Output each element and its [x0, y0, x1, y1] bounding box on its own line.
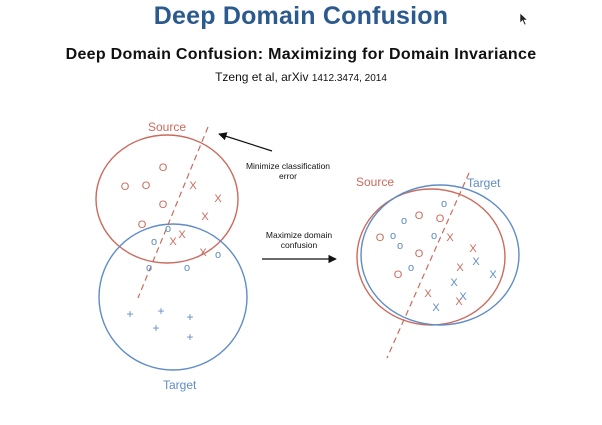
marker: O: [415, 210, 424, 222]
left-target-class-plus-markers: + + + + +: [126, 304, 193, 344]
right-after-panel: Source Target O O O O O o o o o o o X X …: [356, 172, 520, 359]
right-source-class-x-markers: X X X X X: [424, 232, 477, 308]
marker: O: [138, 219, 147, 231]
domain-confusion-diagram: Source Target O O O O O X X X X X X o o …: [95, 120, 520, 392]
marker: o: [184, 262, 190, 274]
left-source-class-o-markers: O O O O O: [121, 162, 168, 231]
marker: +: [157, 304, 164, 318]
marker: X: [456, 262, 464, 274]
marker: O: [159, 162, 168, 174]
marker: X: [450, 277, 458, 289]
marker: X: [214, 193, 222, 205]
marker: O: [159, 199, 168, 211]
classification-arrow: [218, 132, 273, 152]
marker: X: [178, 229, 186, 241]
right-target-class-x-markers: X X X X X: [432, 256, 497, 314]
classification-annotation-line2: error: [279, 171, 297, 181]
marker: o: [151, 236, 157, 248]
domain-confusion-annotation: Maximize domain confusion: [262, 230, 337, 264]
marker: o: [165, 223, 171, 235]
marker: o: [431, 230, 437, 242]
marker: O: [376, 232, 385, 244]
marker: X: [472, 256, 480, 268]
marker: o: [146, 262, 152, 274]
marker: +: [152, 321, 159, 335]
classification-annotation-line1: Minimize classification: [246, 161, 330, 171]
right-source-label: Source: [356, 175, 394, 189]
marker: X: [169, 236, 177, 248]
marker: +: [126, 307, 133, 321]
left-before-panel: Source Target O O O O O X X X X X X o o …: [95, 120, 248, 392]
domain-annotation-line2: confusion: [281, 240, 318, 250]
marker: X: [432, 302, 440, 314]
marker: o: [441, 198, 447, 210]
marker: X: [424, 288, 432, 300]
marker: o: [408, 262, 414, 274]
marker: +: [186, 310, 193, 324]
classification-annotation: Minimize classification error: [218, 132, 330, 181]
marker: O: [142, 180, 151, 192]
marker: O: [394, 269, 403, 281]
marker: o: [215, 249, 221, 261]
left-target-label: Target: [163, 378, 197, 392]
marker: X: [459, 291, 467, 303]
marker: O: [436, 213, 445, 225]
left-source-label: Source: [148, 120, 186, 134]
marker: O: [415, 248, 424, 260]
marker: X: [189, 180, 197, 192]
domain-annotation-line1: Maximize domain: [266, 230, 332, 240]
marker: o: [390, 230, 396, 242]
marker: X: [489, 269, 497, 281]
marker: o: [401, 215, 407, 227]
marker: o: [397, 240, 403, 252]
marker: X: [201, 211, 209, 223]
marker: +: [186, 330, 193, 344]
marker: O: [121, 181, 130, 193]
marker: X: [199, 247, 207, 259]
marker: X: [469, 243, 477, 255]
right-target-label: Target: [467, 176, 501, 190]
marker: X: [446, 232, 454, 244]
